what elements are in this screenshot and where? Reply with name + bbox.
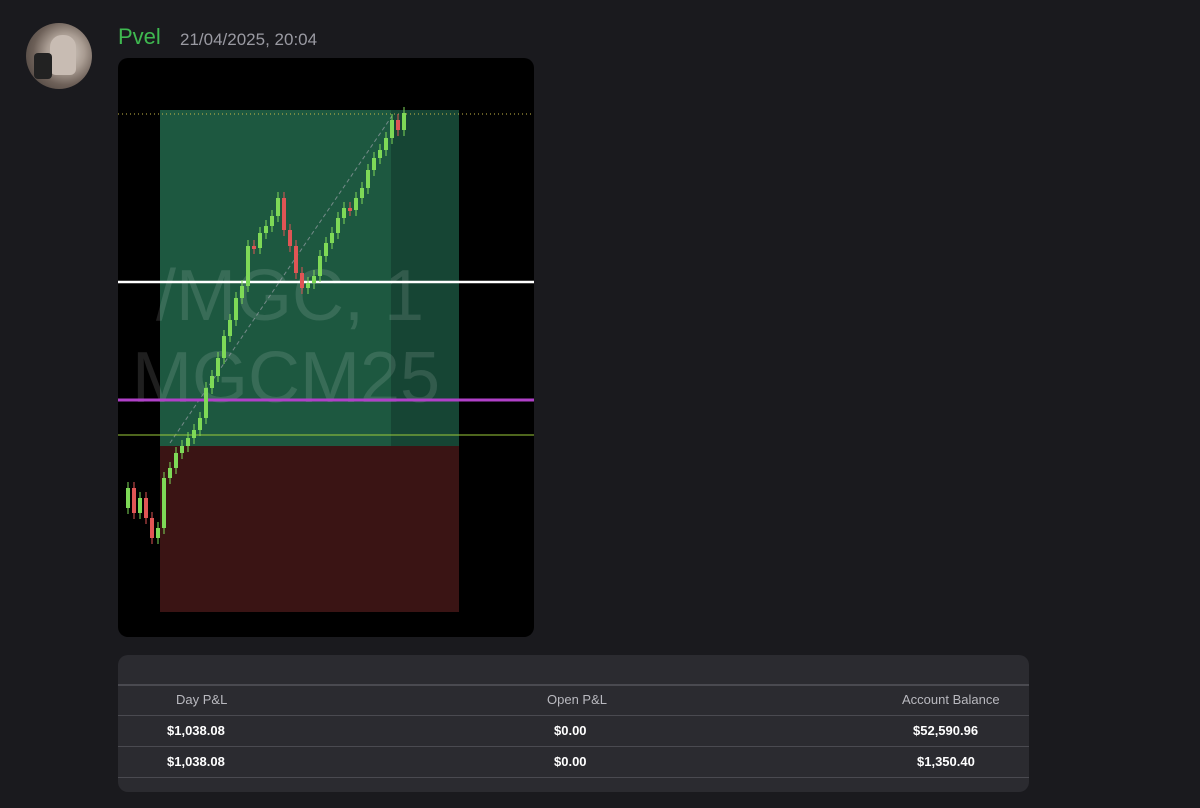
candle-body (150, 518, 154, 538)
cell-account-balance: $1,350.40 (917, 754, 975, 769)
cell-open-pnl: $0.00 (554, 754, 587, 769)
candle-body (402, 113, 406, 130)
candle-body (174, 453, 178, 468)
candle-body (132, 488, 136, 513)
candle-body (360, 188, 364, 198)
candle-body (396, 120, 400, 130)
candle-body (282, 198, 286, 230)
candlestick-chart: /MGC, 1 MGCM25 (118, 107, 534, 612)
table-top-rule (118, 684, 1029, 686)
chat-message: Pvel 21/04/2025, 20:04 /MGC, 1 MGCM25 Da… (0, 0, 1200, 808)
candle-body (180, 446, 184, 453)
candle-body (264, 226, 268, 233)
watermark-symbol: /MGC, 1 (156, 256, 424, 336)
header-rule (118, 715, 1029, 716)
candle-body (342, 208, 346, 218)
candle-body (276, 198, 280, 216)
header-account-balance: Account Balance (902, 692, 1000, 707)
candle-body (324, 243, 328, 256)
candle-body (240, 286, 244, 298)
candle-body (204, 388, 208, 418)
username[interactable]: Pvel (118, 24, 161, 50)
candle-body (294, 246, 298, 273)
candle-body (366, 170, 370, 188)
candle-body (246, 246, 250, 286)
candle-body (300, 273, 304, 288)
cell-account-balance: $52,590.96 (913, 723, 979, 738)
avatar-figure (50, 35, 76, 75)
candle-body (192, 430, 196, 438)
bottom-rule (118, 777, 1029, 778)
header-open-pnl: Open P&L (547, 692, 607, 707)
candle-body (348, 208, 352, 211)
candle-body (198, 418, 202, 430)
row-rule (118, 746, 1029, 747)
candle-body (318, 256, 322, 276)
candle-body (288, 230, 292, 246)
candle-body (144, 498, 148, 518)
candle-body (186, 438, 190, 446)
candle-body (330, 233, 334, 243)
candle-body (252, 246, 256, 249)
candle-body (312, 276, 316, 283)
loss-zone (160, 446, 459, 612)
candle-body (234, 298, 238, 320)
candle-body (156, 528, 160, 538)
candle-body (228, 320, 232, 336)
candle-body (258, 233, 262, 248)
candle-body (216, 358, 220, 376)
candle-body (384, 138, 388, 150)
candle-body (378, 150, 382, 158)
timestamp: 21/04/2025, 20:04 (180, 30, 318, 49)
cell-day-pnl: $1,038.08 (167, 723, 225, 738)
candle-body (126, 488, 130, 508)
cell-day-pnl: $1,038.08 (167, 754, 225, 769)
candle-body (168, 468, 172, 478)
watermark-contract: MGCM25 (132, 338, 440, 418)
avatar-camera (34, 53, 52, 79)
candle-body (270, 216, 274, 226)
candle-body (210, 376, 214, 388)
candle-body (354, 198, 358, 210)
cell-open-pnl: $0.00 (554, 723, 587, 738)
chart-image[interactable]: /MGC, 1 MGCM25 (118, 58, 534, 637)
candle-body (222, 336, 226, 358)
candle-body (162, 478, 166, 528)
avatar[interactable] (26, 23, 92, 89)
candle-body (336, 218, 340, 233)
candle-body (306, 283, 310, 288)
candle-body (138, 498, 142, 513)
header-day-pnl: Day P&L (176, 692, 228, 707)
candle-body (372, 158, 376, 170)
candle-body (390, 120, 394, 138)
